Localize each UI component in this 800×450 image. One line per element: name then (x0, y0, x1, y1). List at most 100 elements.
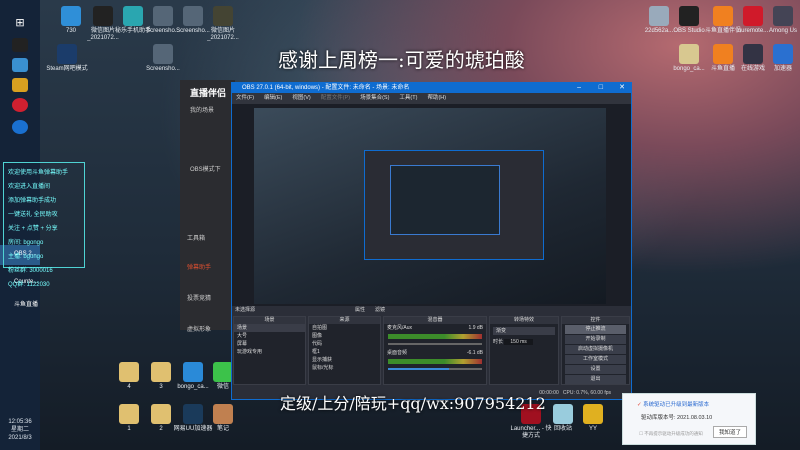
clock-time: 12:05:36 (8, 419, 32, 425)
desktop-icon[interactable]: Screensho... (140, 44, 186, 73)
volume-slider[interactable] (388, 368, 482, 370)
menu-profile[interactable]: 配置文件(P) (321, 95, 350, 101)
douyu-tab[interactable]: OBS模式下 (180, 114, 235, 173)
close-button[interactable]: ✕ (619, 83, 625, 93)
source-item[interactable]: 显示捕获 (309, 356, 380, 364)
menu-tools[interactable]: 工具(T) (399, 95, 417, 101)
browser-icon[interactable] (12, 120, 28, 134)
desktop-icon[interactable]: 微信图片_2021072... (200, 6, 246, 42)
app-icon (773, 6, 793, 26)
taskbar-item-douyu[interactable]: 斗鱼直播 (0, 293, 40, 313)
desktop-icon[interactable]: Among Us (760, 6, 800, 35)
overlay-line: QQ群: 1122030 (8, 282, 50, 288)
desktop-icon-label: 加速器 (773, 66, 792, 72)
stop-streaming-button[interactable]: 停止推流 (565, 325, 626, 334)
desktop-icon-label: Screensho... (146, 66, 180, 72)
scene-item[interactable]: 场景 (234, 324, 305, 332)
bottom-caption: 定级/上分/陪玩+qq/wx:907954212 (280, 394, 546, 413)
volume-slider[interactable] (388, 343, 482, 345)
start-virtual-camera-button[interactable]: 启动虚拟摄像机 (565, 345, 626, 354)
overlay-line: 粉丝群: 3000016 (8, 268, 53, 274)
obs-title: OBS 27.0.1 (64-bit, windows) - 配置文件: 未命名… (242, 85, 410, 91)
start-recording-button[interactable]: 开始录制 (565, 335, 626, 344)
overlay-line: 关注 + 点赞 + 分享 (8, 226, 58, 232)
app-icon (213, 362, 233, 382)
tool-avatar[interactable]: 虚拟形象 (180, 302, 235, 333)
menu-file[interactable]: 文件(F) (236, 95, 254, 101)
app-icon (679, 44, 699, 64)
source-item[interactable]: 代码 (309, 340, 380, 348)
obs-title-bar: OBS 27.0.1 (64-bit, windows) - 配置文件: 未命名… (232, 83, 631, 93)
scene-item[interactable]: 大号 (234, 332, 305, 340)
obs-window: OBS 27.0.1 (64-bit, windows) - 配置文件: 未命名… (231, 82, 632, 400)
app-icon (773, 44, 793, 64)
app-icon (583, 404, 603, 424)
app-icon (61, 6, 81, 26)
mixer-db: 1.9 dB (468, 325, 483, 331)
douyu-tab[interactable]: 我的场景 (180, 99, 235, 114)
mixer-channel-name: 麦克风/Aux 1.9 dB (387, 325, 483, 331)
system-clock[interactable]: 12:05:36 星期二 2021/8/3 (0, 418, 40, 442)
source-bar-label: 未选择源 (235, 307, 256, 313)
source-item[interactable]: 自拍图 (309, 324, 380, 332)
app-icon[interactable] (12, 78, 28, 92)
desktop-icon-label: 微信图片_2021072... (207, 28, 239, 41)
menu-help[interactable]: 帮助(H) (427, 95, 446, 101)
mixer-channel-name: 桌面音频 -6.1 dB (387, 350, 483, 356)
properties-button[interactable]: 属性 (352, 306, 365, 315)
desktop-icon[interactable]: 笔记 (200, 404, 246, 433)
preview-scene (254, 108, 606, 304)
obs-preview[interactable] (232, 104, 631, 306)
douyu-logo: 直播伴侣 (190, 88, 227, 98)
obs-menu-bar: 文件(F) 编辑(E) 视图(V) 配置文件(P) 场景集合(S) 工具(T) 帮助(H) (232, 93, 631, 104)
windows-start-icon[interactable]: ⊞ (12, 16, 28, 30)
computer-icon[interactable] (12, 58, 28, 72)
filters-button[interactable]: 滤镜 (372, 306, 385, 315)
transition-select[interactable]: 渐变 (493, 327, 555, 335)
studio-mode-button[interactable]: 工作室模式 (565, 355, 626, 364)
app-icon (213, 404, 233, 424)
maximize-button[interactable]: □ (599, 83, 603, 93)
douyu-companion-window: 直播伴侣 我的场景 OBS模式下 工具箱 弹幕助手 投票竞猜 虚拟形象 (180, 80, 235, 333)
dock-header: 来源 (309, 317, 380, 324)
obs-docks: 未选择源 属性 滤镜 场景 场景 大号 屏幕 玩游戏专用 来源 自拍图 图像 代… (232, 306, 631, 399)
qq-icon[interactable] (12, 38, 28, 52)
scene-item[interactable]: 玩游戏专用 (234, 348, 305, 356)
nested-obs-capture (364, 150, 544, 260)
app-icon (57, 44, 77, 64)
menu-edit[interactable]: 编辑(E) (264, 95, 282, 101)
duration-input[interactable]: 150 ms (504, 339, 533, 345)
mixer-dock: 混音器 麦克风/Aux 1.9 dB 桌面音频 -6.1 dB (383, 316, 487, 385)
mixer-db: -6.1 dB (466, 350, 483, 356)
minimize-button[interactable]: – (577, 83, 581, 93)
settings-button[interactable]: 设置 (565, 365, 626, 374)
cpu-fps: CPU: 0.7%, 60.00 fps (562, 390, 611, 396)
sources-dock: 来源 自拍图 图像 代码 框1 显示捕获 鼠标/光标 (308, 316, 381, 385)
overlay-line: 一键送礼 全民助攻 (8, 212, 58, 218)
popup-item: 驱动库版本号: 2021.08.03.10 (641, 415, 713, 421)
scene-item[interactable]: 屏幕 (234, 340, 305, 348)
menu-view[interactable]: 视图(V) (292, 95, 310, 101)
overlay-line: 欢迎进入直播间 (8, 184, 51, 190)
source-item[interactable]: 框1 (309, 348, 380, 356)
exit-button[interactable]: 退出 (565, 375, 626, 384)
dock-header: 控件 (562, 317, 629, 324)
app-icon (679, 6, 699, 26)
desktop-icon[interactable]: Steam网吧模式 (44, 44, 90, 73)
driver-update-notification: ✓ 系统驱动已升级到最新版本 驱动库版本号: 2021.08.03.10 ☐ 不… (622, 393, 756, 445)
source-item[interactable]: 图像 (309, 332, 380, 340)
volume-meter (388, 359, 482, 364)
popup-title: ✓ 系统驱动已升级到最新版本 (637, 402, 710, 408)
popup-ok-button[interactable]: 我知道了 (712, 426, 747, 438)
desktop-icon[interactable]: YY (570, 404, 616, 433)
clock-date: 2021/8/3 (8, 435, 32, 441)
desktop-icon[interactable]: 加速器 (760, 44, 800, 73)
source-item[interactable]: 鼠标/光标 (309, 364, 380, 372)
check-icon: ✓ (637, 402, 642, 408)
tool-vote[interactable]: 投票竞猜 (180, 271, 235, 302)
menu-scene-collection[interactable]: 场景集合(S) (360, 95, 389, 101)
netease-music-icon[interactable] (12, 98, 28, 112)
nested-capture-inner (390, 165, 500, 235)
tool-danmaku[interactable]: 弹幕助手 (180, 242, 235, 271)
app-icon (213, 6, 233, 26)
